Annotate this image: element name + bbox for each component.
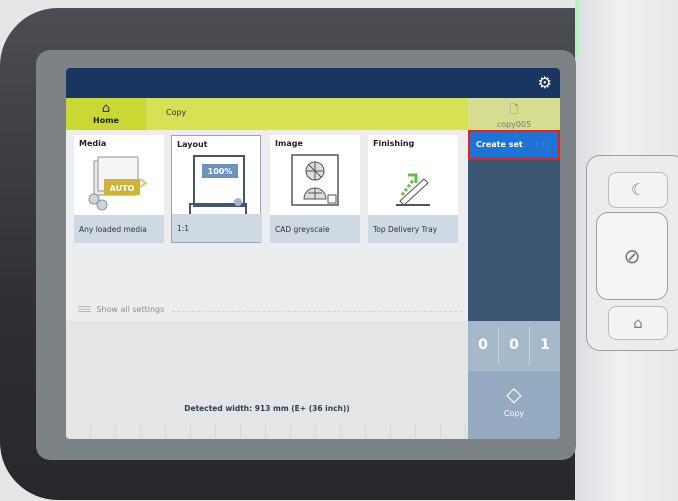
media-width-panel [66,321,468,439]
delivery-tray-icon [396,173,430,206]
list-icon: ☰☰ [78,305,91,314]
tile-value: 1:1 [177,224,190,233]
home-label: Home [93,116,119,125]
house-icon: ⌂ [633,314,643,332]
create-set-button[interactable]: Create set ⋮⋮⋮ [468,130,560,160]
divider [172,311,462,312]
tile-footer: 1:1 [172,214,262,242]
counter-digit: 1 [540,337,550,353]
copy-button[interactable]: ◇ Copy [468,371,560,439]
copy-label: Copy [503,409,525,418]
counter-digit: 0 [509,337,519,353]
document-icon: 🗋 [509,103,519,116]
home-button[interactable]: ⌂ [608,306,668,340]
tile-layout[interactable]: Layout 100% 1:1 [171,135,262,243]
top-bar: ⚙ [66,68,560,98]
start-icon: ◇ [506,382,522,406]
show-all-settings-label: Show all settings [96,305,165,314]
touch-screen: ⚙ ⌂ Home Copy 🗋 copy005 Media AUTO Any l… [66,68,560,439]
tile-image[interactable]: Image CAD greyscale [270,135,360,243]
gear-icon[interactable]: ⚙ [538,74,552,92]
home-tab[interactable]: ⌂ Home [66,98,146,130]
tile-title: Finishing [373,139,415,148]
tile-footer: CAD greyscale [270,215,360,243]
tile-finishing[interactable]: Finishing Top Delivery Tray [368,135,458,243]
tile-footer: Top Delivery Tray [368,215,458,243]
create-set-label: Create set [476,140,523,149]
grip-icon: ⋮⋮⋮ [534,142,552,149]
sleep-button[interactable]: ☾ [608,172,668,208]
moon-icon: ☾ [630,180,646,199]
show-all-settings-link[interactable]: ☰☰ Show all settings [78,305,164,314]
counter-digit: 0 [478,337,488,353]
media-rolls-icon: AUTO [88,156,148,211]
tile-footer: Any loaded media [74,215,164,243]
stop-button[interactable]: ⊘ [596,212,668,300]
breadcrumb: Copy [146,98,468,130]
tile-value: Top Delivery Tray [373,225,438,234]
copy-counter[interactable]: 0 0 1 [468,321,560,371]
cad-drawing-icon [291,154,339,206]
auto-label: AUTO [110,184,135,193]
width-ruler [66,424,468,439]
tile-title: Layout [177,140,208,149]
navigation-row: ⌂ Home Copy 🗋 copy005 [66,98,560,130]
document-name: copy005 [496,120,532,129]
layout-scale-icon: 100% [189,155,247,214]
stop-icon: ⊘ [623,244,641,268]
breadcrumb-label: Copy [166,108,187,117]
tile-value: CAD greyscale [275,225,330,234]
detected-width-text: Detected width: 913 mm (E+ (36 inch)) [184,404,350,413]
tile-value: Any loaded media [79,225,147,234]
document-tab[interactable]: 🗋 copy005 [468,98,560,130]
scale-label: 100% [208,167,233,176]
status-light [575,0,579,58]
tile-media[interactable]: Media AUTO Any loaded media [74,135,164,243]
tile-title: Media [79,139,107,148]
tile-title: Image [275,139,303,148]
house-icon: ⌂ [101,101,111,116]
